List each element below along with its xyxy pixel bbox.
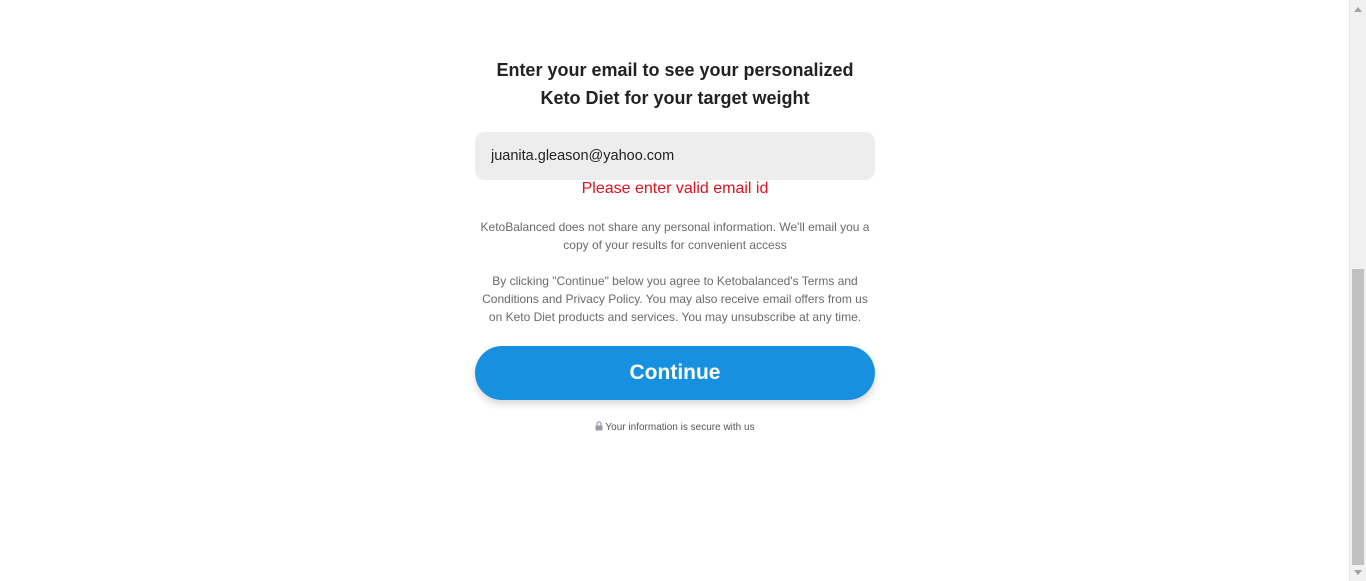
secure-text: Your information is secure with us [605, 422, 755, 433]
secure-notice: Your information is secure with us [475, 421, 875, 436]
heading-line-1: Enter your email to see your personalize… [496, 60, 854, 80]
scroll-down-arrow-icon[interactable] [1350, 565, 1366, 579]
heading-line-2: Keto Diet for your target weight [540, 88, 810, 108]
consent-note: By clicking "Continue" below you agree t… [482, 274, 868, 324]
page: Enter your email to see your personalize… [0, 0, 1366, 581]
scrollbar-thumb[interactable] [1352, 269, 1364, 565]
privacy-note: KetoBalanced does not share any personal… [480, 220, 870, 252]
page-title: Enter your email to see your personalize… [475, 56, 875, 112]
lock-icon [595, 421, 603, 436]
scroll-up-arrow-icon[interactable] [1350, 2, 1366, 16]
email-field-container [475, 132, 875, 180]
vertical-scrollbar[interactable] [1349, 0, 1366, 581]
continue-button[interactable]: Continue [475, 346, 875, 400]
email-field[interactable] [475, 132, 875, 180]
email-error-message: Please enter valid email id [581, 180, 769, 197]
